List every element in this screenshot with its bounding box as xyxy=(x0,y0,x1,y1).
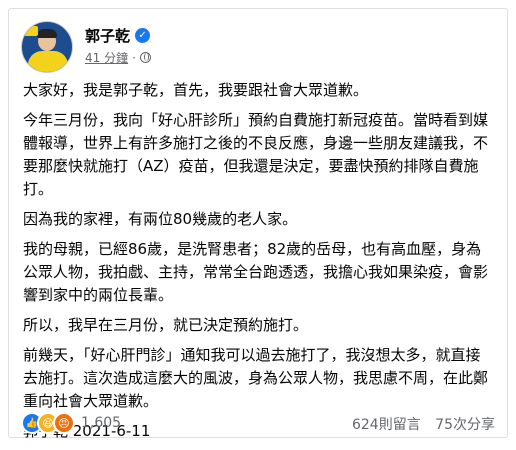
post-paragraph: 因為我的家裡，有兩位80幾歲的老人家。 xyxy=(23,210,298,228)
author-row: 郭子乾 ✓ xyxy=(85,25,151,46)
reaction-count: 1,605 xyxy=(81,415,122,431)
post-paragraph: 所以，我早在三月份，就已決定預約施打。 xyxy=(23,316,309,334)
reaction-summary[interactable]: 👍 😆 😠 1,605 xyxy=(21,412,121,434)
share-count-link[interactable]: 75次分享 xyxy=(435,417,495,433)
post-meta: 41 分鐘 · xyxy=(85,49,151,66)
avatar-badge xyxy=(24,26,38,36)
avatar-hair xyxy=(37,29,57,38)
verified-badge-icon: ✓ xyxy=(135,28,151,43)
comment-count-link[interactable]: 624則留言 xyxy=(352,417,421,433)
post-paragraph: 大家好，我是郭子乾，首先，我要跟社會大眾道歉。 xyxy=(23,81,369,99)
post-timestamp[interactable]: 41 分鐘 xyxy=(85,49,128,66)
facebook-post-card: 郭子乾 ✓ 41 分鐘 · 大家好，我是郭子乾，首先，我要跟社會大眾道歉。 今年… xyxy=(8,8,508,440)
post-paragraph: 今年三月份，我向「好心肝診所」預約自費施打新冠疫苗。當時看到媒體報導，世界上有許… xyxy=(23,111,489,198)
post-body: 大家好，我是郭子乾，首先，我要跟社會大眾道歉。 今年三月份，我向「好心肝診所」預… xyxy=(23,79,493,450)
angry-reaction-icon: 😠 xyxy=(53,412,75,434)
post-paragraph: 我的母親，已經86歲，是洗腎患者；82歲的岳母，也有高血壓，身為公眾人物，我拍戲… xyxy=(23,240,489,304)
globe-icon[interactable] xyxy=(139,52,151,63)
author-name[interactable]: 郭子乾 xyxy=(85,25,130,46)
post-paragraph: 前幾天，「好心肝門診」通知我可以過去施打了，我沒想太多，就直接去施打。這次造成這… xyxy=(23,346,489,410)
meta-separator: · xyxy=(132,50,136,65)
avatar[interactable] xyxy=(21,21,73,73)
avatar-suit xyxy=(28,51,68,72)
engagement-stats: 624則留言 75次分享 xyxy=(352,414,495,434)
